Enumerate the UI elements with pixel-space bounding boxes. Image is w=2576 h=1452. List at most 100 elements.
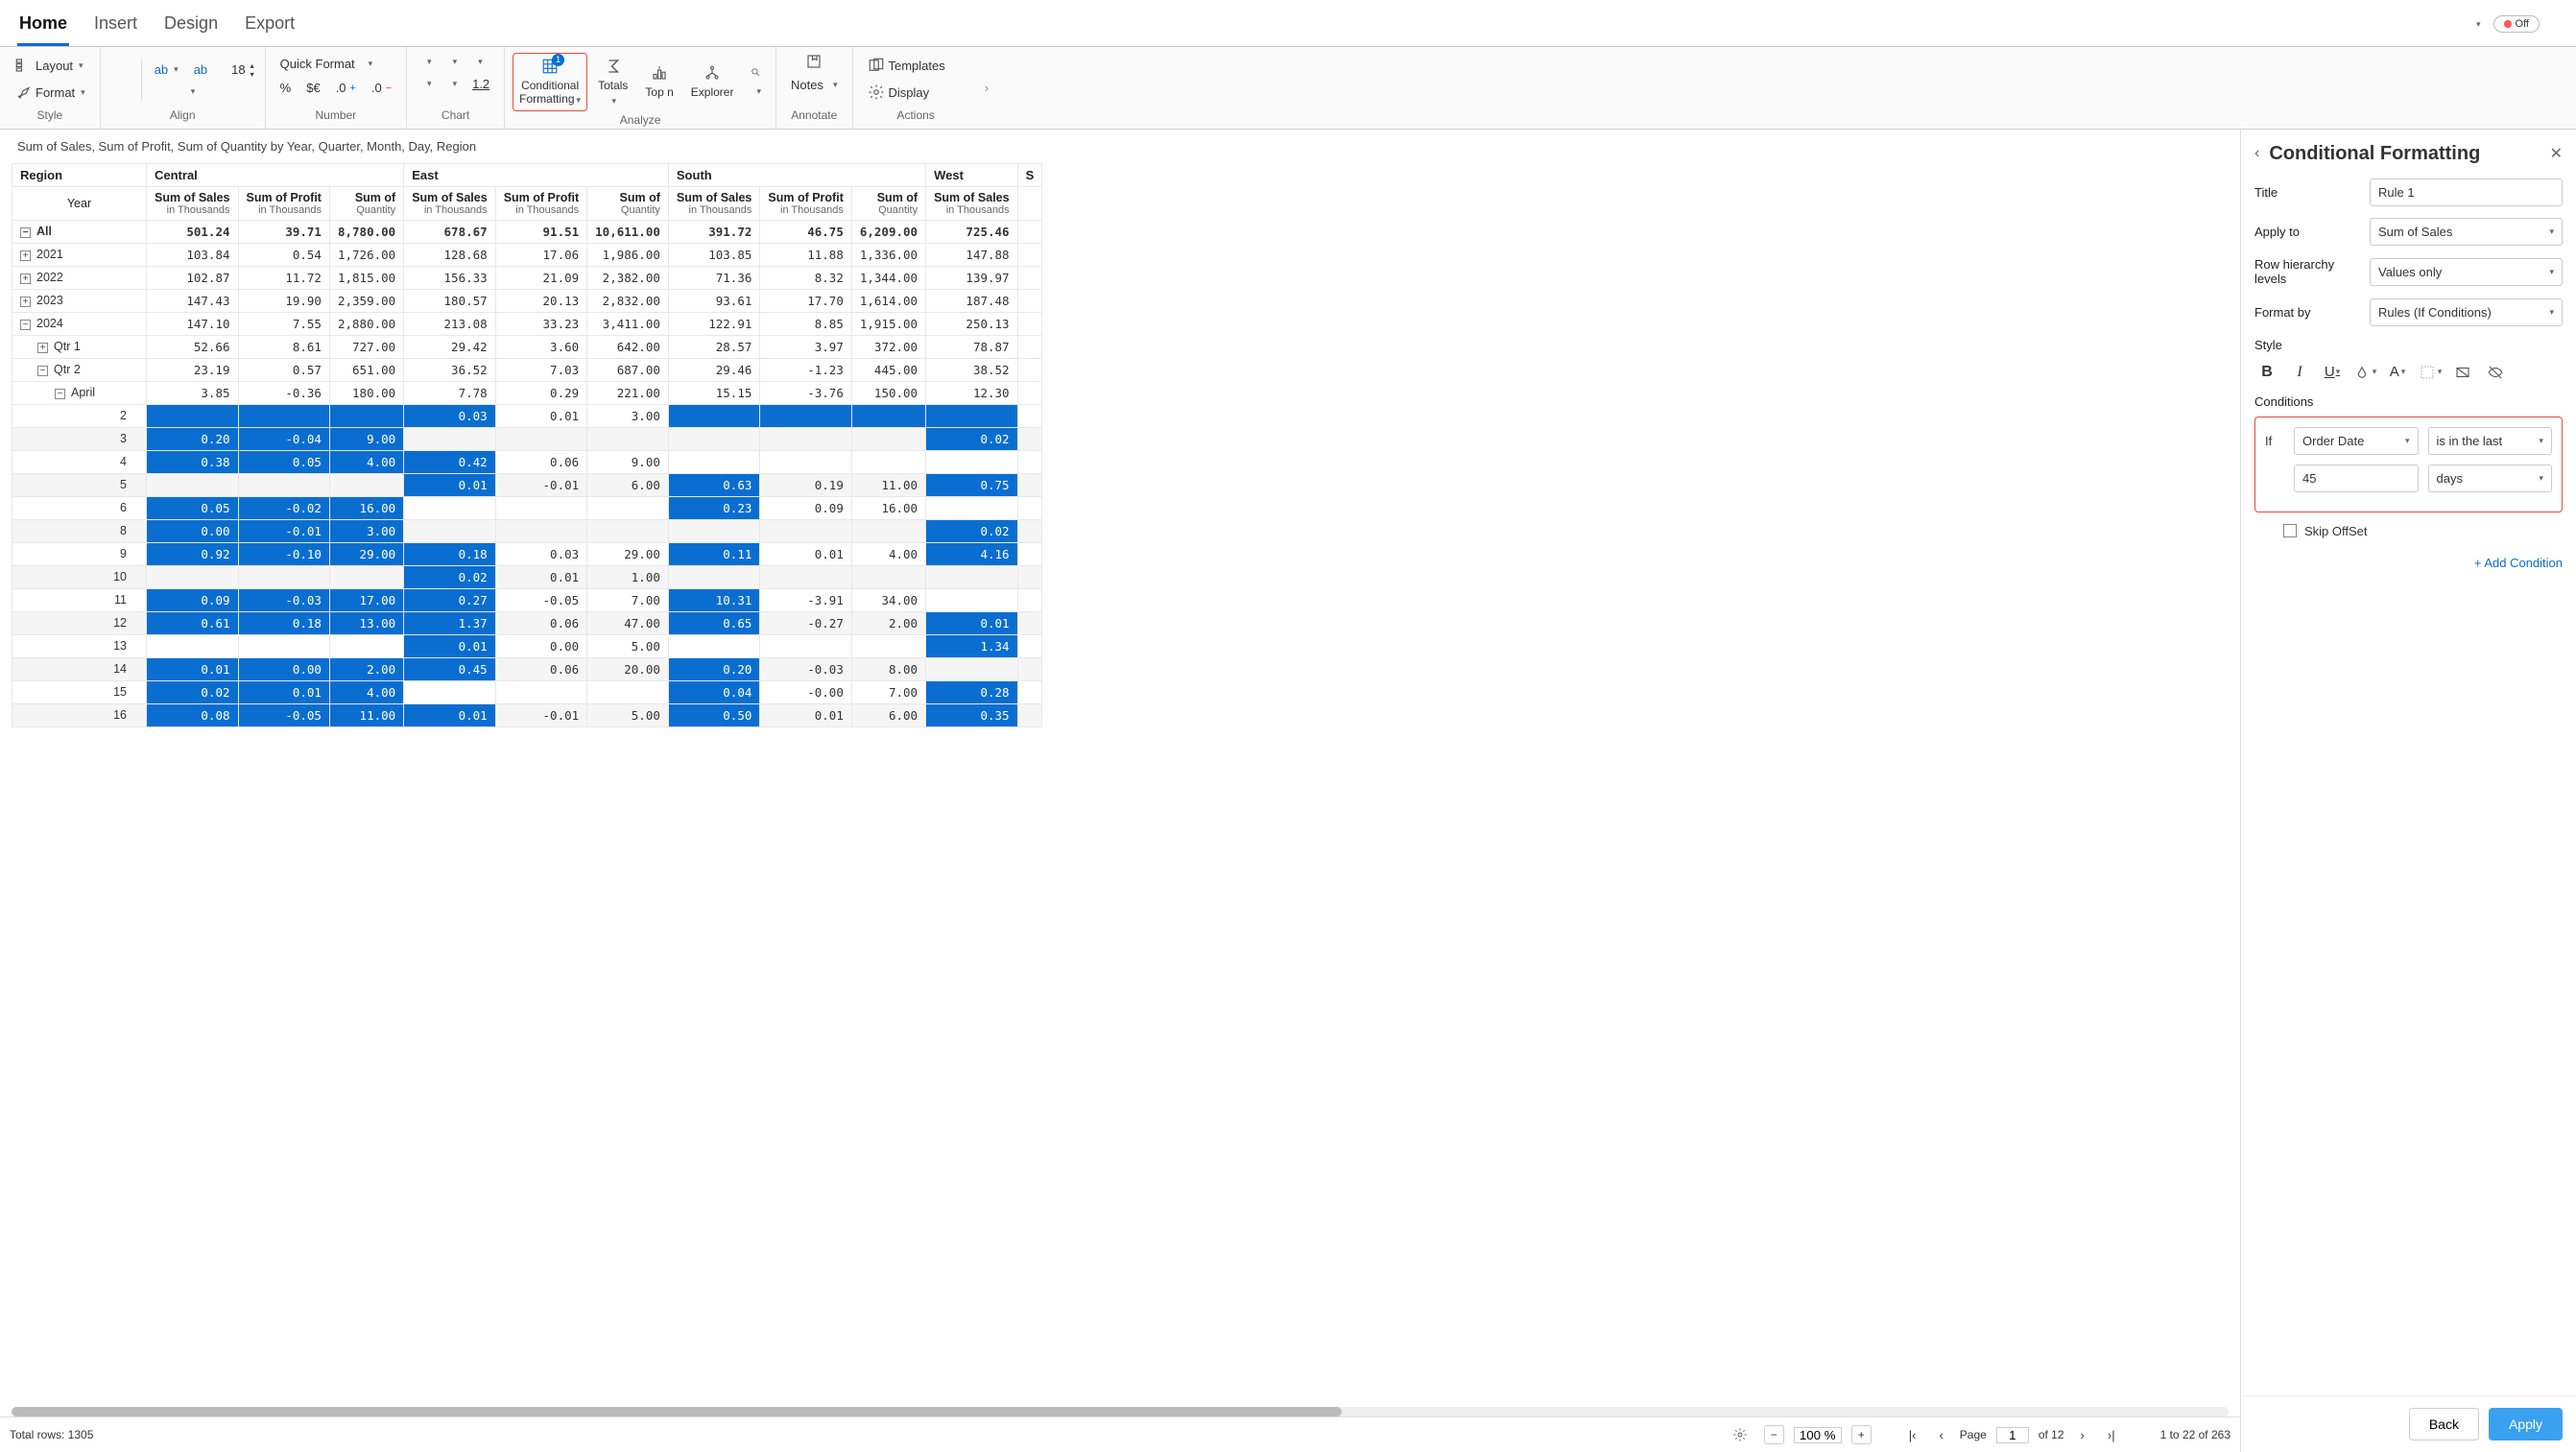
cell[interactable]: 180.00 — [329, 381, 403, 404]
expand-toggle[interactable]: + — [20, 297, 31, 307]
cell[interactable]: 1.34 — [926, 634, 1018, 657]
tab-insert[interactable]: Insert — [92, 8, 139, 46]
cell[interactable] — [851, 634, 925, 657]
cell[interactable]: 39.71 — [238, 220, 329, 243]
wrap-text-button[interactable]: ab▾ — [148, 59, 185, 81]
row-label[interactable]: 14 — [12, 657, 147, 680]
cell[interactable]: 1,614.00 — [851, 289, 925, 312]
cell[interactable]: -3.76 — [760, 381, 851, 404]
cell[interactable]: 29.00 — [329, 542, 403, 565]
cell[interactable]: 29.42 — [404, 335, 496, 358]
templates-button[interactable]: Templates — [861, 53, 952, 78]
cell[interactable]: 0.63 — [668, 473, 760, 496]
italic-button[interactable]: I — [2287, 360, 2312, 385]
cell[interactable] — [238, 634, 329, 657]
cell[interactable]: 10,611.00 — [587, 220, 669, 243]
chart-bar-icon[interactable]: ▾ — [415, 53, 439, 71]
cell[interactable] — [668, 450, 760, 473]
cell[interactable] — [851, 450, 925, 473]
cell[interactable]: 7.55 — [238, 312, 329, 335]
cell[interactable] — [851, 565, 925, 588]
cell[interactable]: -0.02 — [238, 496, 329, 519]
cell[interactable] — [238, 404, 329, 427]
row-label[interactable]: 4 — [12, 450, 147, 473]
display-button[interactable]: Display — [861, 80, 937, 105]
cell[interactable]: -0.03 — [238, 588, 329, 611]
align-center-icon[interactable] — [124, 71, 137, 79]
cell[interactable]: 19.90 — [238, 289, 329, 312]
measure-header[interactable]: Sum ofQuantity — [851, 186, 925, 220]
cell[interactable]: 221.00 — [587, 381, 669, 404]
cell[interactable]: 445.00 — [851, 358, 925, 381]
cell[interactable]: 0.00 — [147, 519, 239, 542]
cell[interactable] — [404, 680, 496, 703]
cell[interactable]: 725.46 — [926, 220, 1018, 243]
cell[interactable]: 2.00 — [851, 611, 925, 634]
cell[interactable] — [668, 565, 760, 588]
cell[interactable]: 250.13 — [926, 312, 1018, 335]
cell[interactable] — [668, 519, 760, 542]
cell[interactable]: 0.02 — [147, 680, 239, 703]
cell[interactable] — [495, 427, 586, 450]
cell[interactable] — [851, 519, 925, 542]
cell[interactable]: 4.00 — [851, 542, 925, 565]
region-header[interactable]: East — [404, 163, 669, 186]
cell[interactable]: 6,209.00 — [851, 220, 925, 243]
back-button[interactable]: Back — [2409, 1408, 2479, 1440]
cell[interactable]: 17.00 — [329, 588, 403, 611]
cell[interactable] — [760, 450, 851, 473]
row-label[interactable]: −April — [12, 381, 147, 404]
measure-header[interactable]: Sum of Salesin Thousands — [668, 186, 760, 220]
cell[interactable] — [851, 404, 925, 427]
cell[interactable]: 0.06 — [495, 450, 586, 473]
cell[interactable] — [587, 496, 669, 519]
cell[interactable] — [760, 404, 851, 427]
cell[interactable]: 2,382.00 — [587, 266, 669, 289]
notes-button[interactable]: Notes▾ — [784, 74, 845, 96]
cell[interactable]: -0.10 — [238, 542, 329, 565]
cell[interactable]: 0.18 — [238, 611, 329, 634]
pivot-table[interactable]: RegionCentralEastSouthWestSYearSum of Sa… — [12, 163, 1042, 727]
row-label[interactable]: +Qtr 1 — [12, 335, 147, 358]
cell[interactable]: 71.36 — [668, 266, 760, 289]
cell[interactable] — [587, 519, 669, 542]
cell[interactable]: 0.54 — [238, 243, 329, 266]
cell[interactable]: 15.15 — [668, 381, 760, 404]
cell[interactable]: 20.13 — [495, 289, 586, 312]
cell[interactable]: 0.20 — [147, 427, 239, 450]
cell[interactable]: 20.00 — [587, 657, 669, 680]
expand-toggle[interactable]: + — [20, 274, 31, 284]
cell[interactable]: 0.02 — [926, 519, 1018, 542]
row-label[interactable]: −2024 — [12, 312, 147, 335]
condition-operator-select[interactable]: is in the last▾ — [2428, 427, 2553, 455]
measure-header[interactable]: Sum of Salesin Thousands — [404, 186, 496, 220]
cell[interactable] — [760, 519, 851, 542]
cell[interactable]: 0.11 — [668, 542, 760, 565]
row-label[interactable]: +2022 — [12, 266, 147, 289]
cell[interactable]: 7.78 — [404, 381, 496, 404]
cell[interactable]: 1,915.00 — [851, 312, 925, 335]
row-label[interactable]: 15 — [12, 680, 147, 703]
cell[interactable]: 727.00 — [329, 335, 403, 358]
cell[interactable]: 6.00 — [851, 703, 925, 726]
cell[interactable]: 7.03 — [495, 358, 586, 381]
cell[interactable]: 52.66 — [147, 335, 239, 358]
cell[interactable]: 156.33 — [404, 266, 496, 289]
cell[interactable]: -3.91 — [760, 588, 851, 611]
row-label[interactable]: 8 — [12, 519, 147, 542]
clear-format-icon[interactable] — [2450, 360, 2475, 385]
cell[interactable]: 1,336.00 — [851, 243, 925, 266]
cell[interactable] — [926, 565, 1018, 588]
decimal-decrease-button[interactable]: .0− — [365, 77, 398, 99]
border-button[interactable]: ▾ — [2418, 360, 2443, 385]
cell[interactable] — [404, 427, 496, 450]
cell[interactable]: 2.00 — [329, 657, 403, 680]
region-header[interactable]: West — [926, 163, 1018, 186]
tab-home[interactable]: Home — [17, 8, 69, 46]
cell[interactable]: 0.65 — [668, 611, 760, 634]
cell[interactable]: -0.03 — [760, 657, 851, 680]
cell[interactable]: 0.06 — [495, 657, 586, 680]
cell[interactable]: 0.02 — [926, 427, 1018, 450]
page-current-input[interactable] — [1996, 1427, 2029, 1443]
cell[interactable] — [404, 519, 496, 542]
